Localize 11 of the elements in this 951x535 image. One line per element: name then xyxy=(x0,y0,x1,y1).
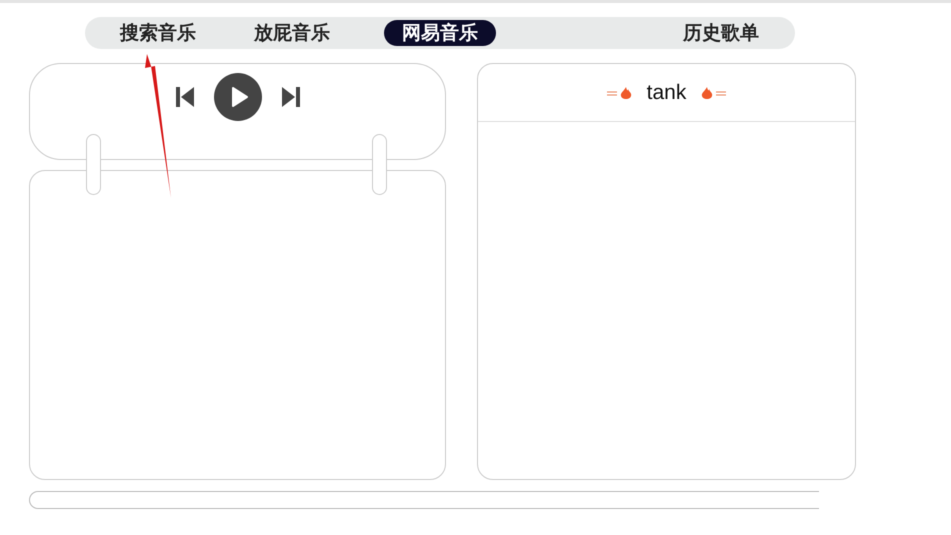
nav-tab[interactable]: 放屁音乐 xyxy=(254,20,330,46)
next-icon[interactable] xyxy=(280,86,302,108)
playlist-title: tank xyxy=(646,80,686,104)
progress-track[interactable] xyxy=(29,491,819,509)
play-icon[interactable] xyxy=(214,73,262,121)
flame-icon xyxy=(700,84,728,100)
nav-tab[interactable]: 网易音乐 xyxy=(384,20,496,46)
nav-tab[interactable]: 搜索音乐 xyxy=(120,20,196,46)
nav-tab[interactable]: 历史歌单 xyxy=(683,20,759,46)
previous-icon[interactable] xyxy=(174,86,196,108)
flame-icon xyxy=(604,84,633,100)
